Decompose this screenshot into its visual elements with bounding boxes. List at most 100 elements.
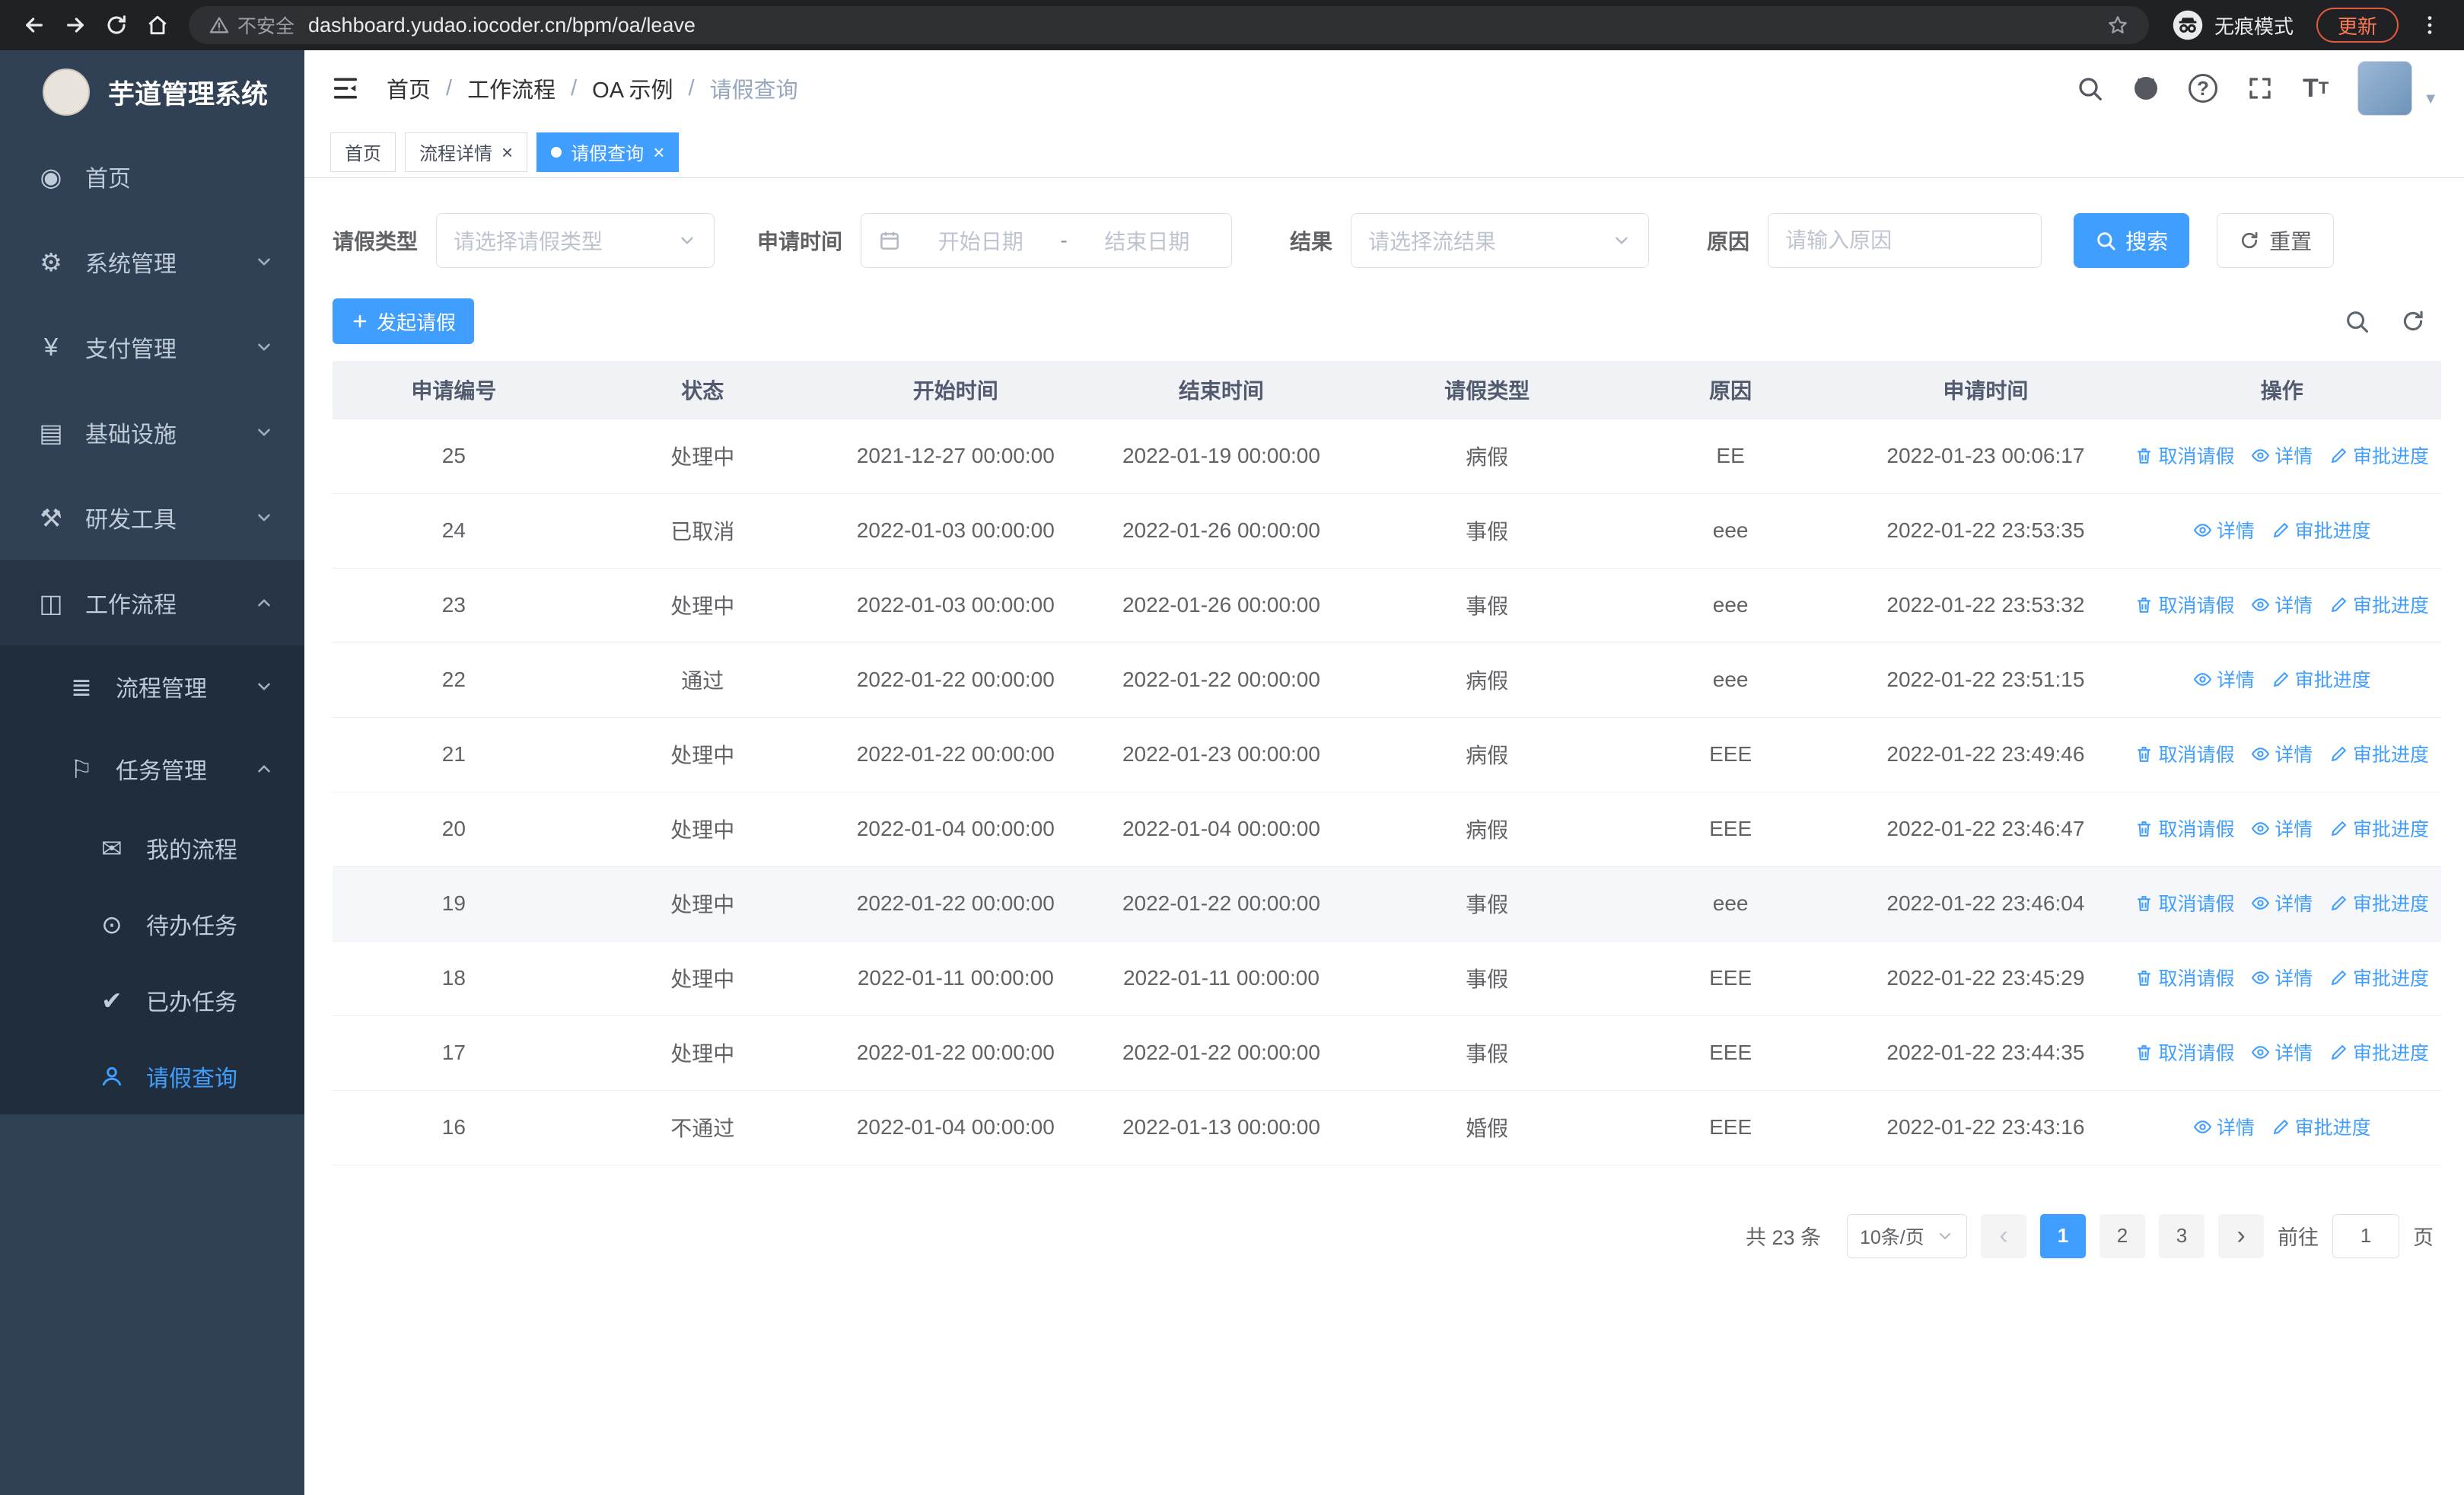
goto-page-input[interactable] bbox=[2332, 1213, 2399, 1258]
edit-pen-icon bbox=[2331, 821, 2347, 836]
sidebar-item-label: 请假查询 bbox=[146, 1066, 237, 1092]
detail-link[interactable]: 详情 bbox=[2251, 740, 2313, 767]
prev-page-button[interactable]: ‹ bbox=[1981, 1213, 2026, 1258]
warning-triangle-icon bbox=[209, 17, 229, 33]
sidebar-item-infrastructure[interactable]: ▤ 基础设施 bbox=[0, 390, 304, 475]
sidebar-item-payment[interactable]: ¥ 支付管理 bbox=[0, 304, 304, 390]
breadcrumb-separator: / bbox=[446, 75, 453, 100]
col-apply-time: 申请时间 bbox=[1848, 361, 2123, 419]
sidebar-toggle-button[interactable] bbox=[330, 73, 361, 104]
page-content: 请假类型 请选择请假类型 申请时间 开始日期 - 结束日期 结果 请选择流结果 bbox=[304, 178, 2464, 1495]
detail-link[interactable]: 详情 bbox=[2251, 591, 2313, 618]
browser-menu-button[interactable] bbox=[2409, 5, 2450, 46]
approval-progress-link[interactable]: 审批进度 bbox=[2329, 814, 2429, 842]
browser-home-button[interactable] bbox=[137, 5, 178, 46]
home-icon bbox=[148, 15, 167, 35]
approval-progress-link[interactable]: 审批进度 bbox=[2329, 441, 2429, 469]
sidebar-item-leave-query[interactable]: 请假查询 bbox=[0, 1038, 304, 1114]
approval-progress-link[interactable]: 审批进度 bbox=[2329, 591, 2429, 618]
cancel-leave-link[interactable]: 取消请假 bbox=[2135, 740, 2234, 767]
sidebar-item-done-tasks[interactable]: ✔ 已办任务 bbox=[0, 962, 304, 1038]
next-page-button[interactable]: › bbox=[2218, 1213, 2264, 1258]
detail-link[interactable]: 详情 bbox=[2193, 516, 2255, 543]
browser-reload-button[interactable] bbox=[96, 5, 137, 46]
table-row: 23 处理中 2022-01-03 00:00:00 2022-01-26 00… bbox=[333, 568, 2441, 643]
cancel-leave-link[interactable]: 取消请假 bbox=[2135, 964, 2234, 991]
breadcrumb-item-oa-example[interactable]: OA 示例 bbox=[592, 72, 673, 104]
sidebar-item-task-management[interactable]: ⚐ 任务管理 bbox=[0, 728, 304, 810]
cancel-leave-link[interactable]: 取消请假 bbox=[2135, 441, 2234, 469]
detail-link[interactable]: 详情 bbox=[2193, 1113, 2255, 1140]
sidebar-item-system[interactable]: ⚙ 系统管理 bbox=[0, 219, 304, 304]
header-search-button[interactable] bbox=[2076, 75, 2103, 102]
approval-progress-link[interactable]: 审批进度 bbox=[2271, 1113, 2371, 1140]
create-leave-button[interactable]: 发起请假 bbox=[333, 298, 475, 344]
address-bar[interactable]: 不安全 dashboard.yudao.iocoder.cn/bpm/oa/le… bbox=[189, 6, 2149, 44]
font-size-button[interactable]: TT bbox=[2303, 74, 2329, 104]
detail-link[interactable]: 详情 bbox=[2251, 1038, 2313, 1066]
reason-input[interactable] bbox=[1768, 213, 2042, 268]
apply-time-range-picker[interactable]: 开始日期 - 结束日期 bbox=[861, 213, 1233, 268]
github-link-button[interactable] bbox=[2132, 75, 2160, 102]
refresh-table-button[interactable] bbox=[2400, 308, 2426, 334]
detail-link[interactable]: 详情 bbox=[2193, 665, 2255, 693]
result-select[interactable]: 请选择流结果 bbox=[1351, 213, 1650, 268]
browser-update-button[interactable]: 更新 bbox=[2316, 8, 2399, 43]
breadcrumb-item-workflow[interactable]: 工作流程 bbox=[467, 72, 556, 104]
approval-progress-link[interactable]: 审批进度 bbox=[2329, 1038, 2429, 1066]
cell-reason: EEE bbox=[1612, 941, 1849, 1016]
sidebar-item-devtools[interactable]: ⚒ 研发工具 bbox=[0, 475, 304, 560]
detail-link[interactable]: 详情 bbox=[2251, 889, 2313, 916]
cancel-leave-link[interactable]: 取消请假 bbox=[2135, 591, 2234, 618]
approval-progress-link[interactable]: 审批进度 bbox=[2271, 516, 2371, 543]
detail-link[interactable]: 详情 bbox=[2251, 441, 2313, 469]
goto-label: 前往 bbox=[2278, 1226, 2319, 1249]
detail-link[interactable]: 详情 bbox=[2251, 814, 2313, 842]
reset-button[interactable]: 重置 bbox=[2217, 213, 2335, 268]
toggle-search-button[interactable] bbox=[2344, 308, 2370, 334]
detail-link[interactable]: 详情 bbox=[2251, 964, 2313, 991]
cancel-leave-link[interactable]: 取消请假 bbox=[2135, 814, 2234, 842]
close-icon[interactable]: × bbox=[653, 142, 664, 162]
user-avatar[interactable] bbox=[2357, 61, 2413, 116]
sidebar-item-workflow[interactable]: ◫ 工作流程 bbox=[0, 560, 304, 645]
sidebar-item-my-process[interactable]: ✉ 我的流程 bbox=[0, 810, 304, 886]
table-row: 18 处理中 2022-01-11 00:00:00 2022-01-11 00… bbox=[333, 941, 2441, 1016]
cell-start-time: 2022-01-22 00:00:00 bbox=[829, 717, 1081, 792]
sidebar-item-home[interactable]: ◉ 首页 bbox=[0, 134, 304, 219]
browser-back-button[interactable] bbox=[14, 5, 55, 46]
leave-type-select[interactable]: 请选择请假类型 bbox=[436, 213, 715, 268]
help-button[interactable]: ? bbox=[2188, 74, 2217, 103]
cancel-leave-link[interactable]: 取消请假 bbox=[2135, 1038, 2234, 1066]
approval-progress-link[interactable]: 审批进度 bbox=[2329, 740, 2429, 767]
edit-pen-icon bbox=[2331, 970, 2347, 985]
close-icon[interactable]: × bbox=[501, 142, 513, 162]
sidebar-item-process-management[interactable]: ≣ 流程管理 bbox=[0, 645, 304, 728]
sidebar-item-todo-tasks[interactable]: ⊙ 待办任务 bbox=[0, 886, 304, 962]
gear-icon: ⚙ bbox=[40, 247, 62, 276]
bookmark-star-icon[interactable] bbox=[2106, 14, 2129, 37]
page-button-1[interactable]: 1 bbox=[2040, 1213, 2086, 1258]
tab-leave-query[interactable]: 请假查询 × bbox=[536, 132, 680, 172]
cell-leave-type: 事假 bbox=[1361, 941, 1612, 1016]
page-size-select[interactable]: 10条/页 bbox=[1847, 1213, 1967, 1258]
approval-progress-link[interactable]: 审批进度 bbox=[2329, 964, 2429, 991]
site-security-warning[interactable]: 不安全 bbox=[209, 11, 294, 39]
app-logo[interactable]: 芋道管理系统 bbox=[0, 50, 304, 134]
tab-process-detail[interactable]: 流程详情 × bbox=[405, 132, 528, 172]
cell-status: 通过 bbox=[575, 642, 830, 718]
cell-start-time: 2022-01-22 00:00:00 bbox=[829, 642, 1081, 718]
tab-home[interactable]: 首页 bbox=[330, 132, 396, 172]
search-button[interactable]: 搜索 bbox=[2074, 213, 2190, 268]
breadcrumb-item-home[interactable]: 首页 bbox=[387, 72, 431, 104]
fullscreen-button[interactable] bbox=[2246, 75, 2274, 102]
approval-progress-link[interactable]: 审批进度 bbox=[2329, 889, 2429, 916]
col-end-time: 结束时间 bbox=[1081, 361, 1362, 419]
page-button-3[interactable]: 3 bbox=[2159, 1213, 2205, 1258]
cancel-leave-link[interactable]: 取消请假 bbox=[2135, 889, 2234, 916]
cell-apply-id: 21 bbox=[333, 717, 575, 792]
approval-progress-link[interactable]: 审批进度 bbox=[2271, 665, 2371, 693]
edit-pen-icon bbox=[2331, 895, 2347, 910]
page-button-2[interactable]: 2 bbox=[2099, 1213, 2145, 1258]
browser-forward-button[interactable] bbox=[55, 5, 96, 46]
